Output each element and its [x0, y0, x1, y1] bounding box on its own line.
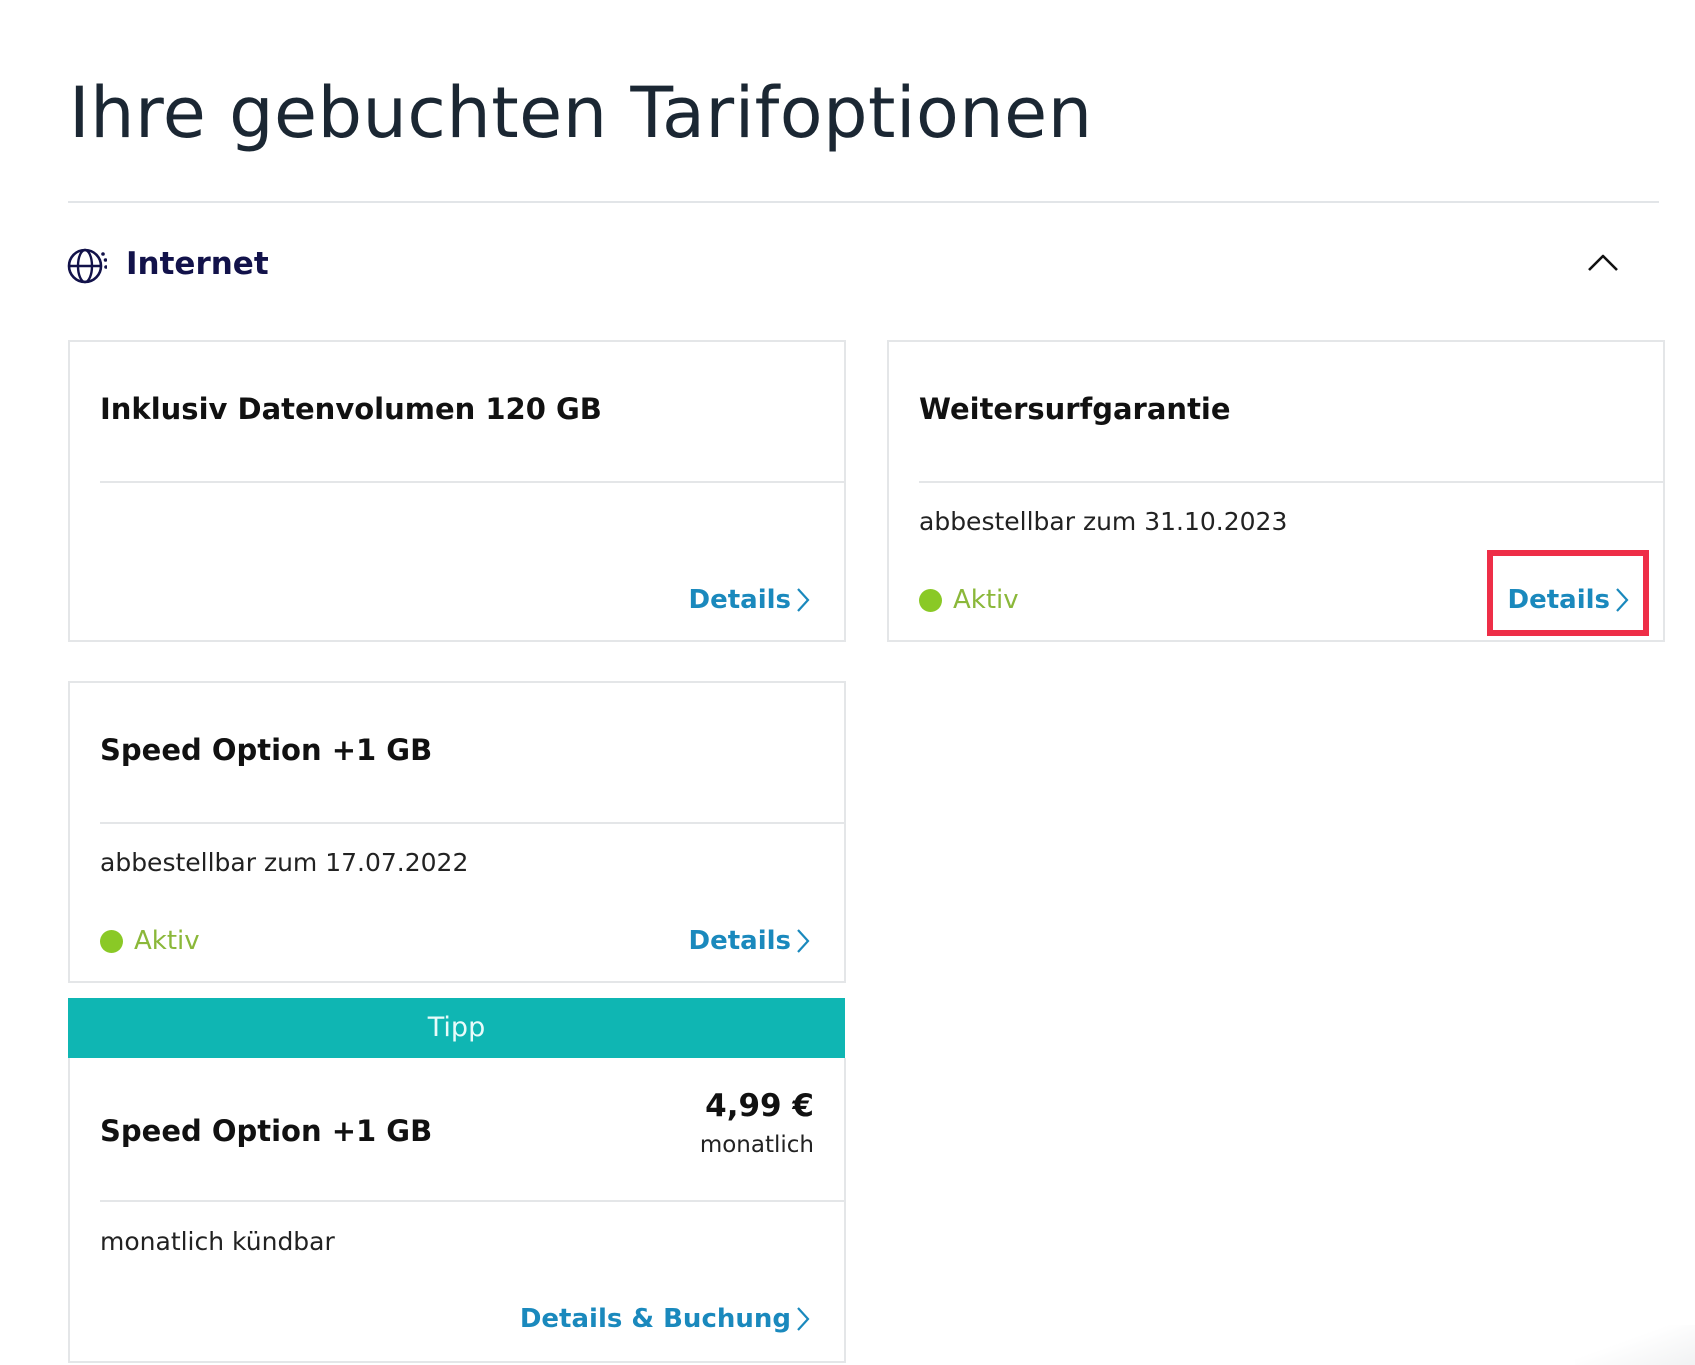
- status-text: Aktiv: [953, 585, 1019, 615]
- card-divider: [100, 481, 844, 483]
- page: Ihre gebuchten Tarifoptionen Internet In…: [0, 0, 1695, 1365]
- price-period: monatlich: [699, 1132, 814, 1158]
- card-divider: [100, 822, 844, 824]
- status-dot: [100, 929, 123, 953]
- status-badge: Aktiv: [100, 926, 200, 956]
- card-weitersurfgarantie: Weitersurfgarantie abbestellbar zum 31.1…: [887, 340, 1665, 642]
- chevron-right-icon: [1616, 588, 1629, 612]
- status-text: Aktiv: [134, 926, 200, 956]
- chevron-up-icon[interactable]: [1583, 244, 1623, 284]
- card-title: Speed Option +1 GB: [100, 733, 433, 767]
- card-note: monatlich kündbar: [100, 1227, 335, 1256]
- card-title: Speed Option +1 GB: [100, 1114, 433, 1148]
- details-link-label: Details: [1507, 585, 1611, 615]
- card-speed-option: Speed Option +1 GB abbestellbar zum 17.0…: [68, 681, 846, 983]
- section-title: Internet: [126, 246, 269, 282]
- card-divider: [100, 1200, 844, 1202]
- card-title: Weitersurfgarantie: [919, 392, 1231, 426]
- details-link[interactable]: Details: [689, 583, 811, 617]
- details-link[interactable]: Details: [1508, 583, 1630, 617]
- status-badge: Aktiv: [919, 585, 1019, 615]
- price-amount: 4,99 €: [705, 1088, 814, 1124]
- status-dot: [919, 588, 942, 612]
- card-tip-speed-option: Speed Option +1 GB 4,99 € monatlich mona…: [68, 1058, 846, 1363]
- details-booking-link[interactable]: Details & Buchung: [520, 1302, 810, 1336]
- price: 4,99 € monatlich: [700, 1088, 814, 1158]
- title-divider: [68, 201, 1659, 203]
- globe-icon: [67, 248, 107, 284]
- details-link-label: Details: [688, 585, 792, 615]
- chevron-right-icon: [797, 588, 810, 612]
- section-header-internet: Internet: [67, 244, 1659, 288]
- details-link-label: Details: [688, 926, 792, 956]
- corner-shade: [1575, 1325, 1695, 1365]
- chevron-right-icon: [797, 1307, 810, 1331]
- card-divider: [919, 481, 1663, 483]
- card-inklusiv-datenvolumen: Inklusiv Datenvolumen 120 GB Details: [68, 340, 846, 642]
- card-note: abbestellbar zum 17.07.2022: [100, 848, 469, 877]
- chevron-right-icon: [797, 929, 810, 953]
- tip-banner: Tipp: [68, 998, 845, 1058]
- details-booking-label: Details & Buchung: [519, 1304, 791, 1334]
- page-title: Ihre gebuchten Tarifoptionen: [69, 72, 1093, 154]
- card-note: abbestellbar zum 31.10.2023: [919, 507, 1288, 536]
- details-link[interactable]: Details: [689, 924, 811, 958]
- card-title: Inklusiv Datenvolumen 120 GB: [100, 392, 602, 426]
